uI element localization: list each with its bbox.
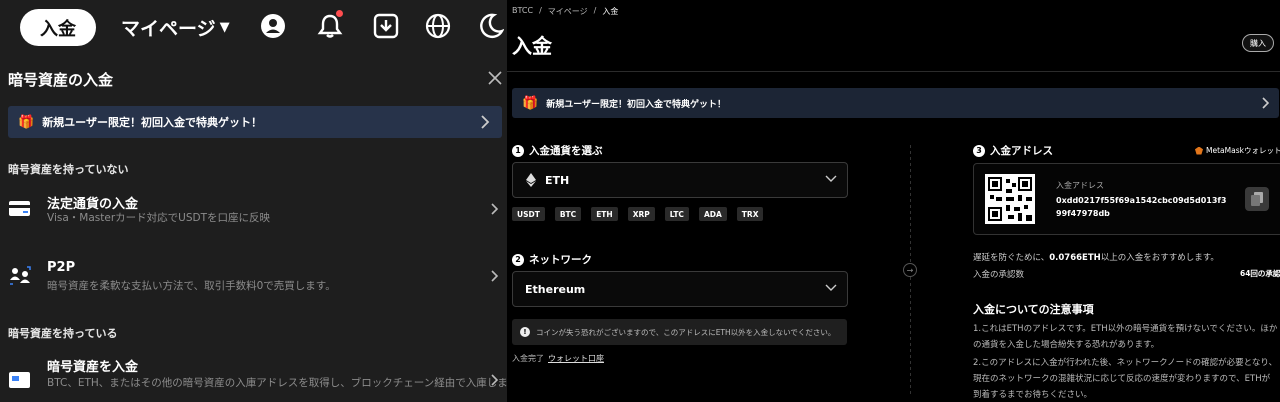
recommended-amount: 0.0766ETH: [1049, 253, 1101, 263]
metamask-label: MetaMaskウォレット: [1206, 146, 1280, 155]
coin-chip-eth[interactable]: ETH: [591, 207, 618, 221]
option-desc: BTC、ETH、またはその他の暗号資産の入庫アドレスを取得し、ブロックチェーン経…: [47, 377, 507, 389]
address-label: 入金アドレス: [1056, 181, 1104, 190]
coin-quick-select: USDT BTC ETH XRP LTC ADA TRX: [512, 207, 764, 221]
gift-icon: 🎁: [18, 114, 35, 130]
step-number: 3: [973, 144, 985, 157]
user-avatar-icon[interactable]: [259, 12, 287, 40]
coin-chip-usdt[interactable]: USDT: [512, 207, 545, 221]
option-p2p[interactable]: P2P 暗号資産を柔軟な支払い方法で、取引手数料0で売買します。: [0, 253, 507, 309]
option-desc: Visa・Masterカード対応でUSDTを口座に反映: [47, 212, 270, 224]
deposit-nav-button[interactable]: 入金: [20, 9, 96, 46]
wallet-account-link[interactable]: ウォレット口座: [548, 353, 604, 364]
step-number: 2: [512, 253, 524, 266]
page-title: 入金: [512, 34, 552, 58]
deposit-complete-row: 入金完了 ウォレット口座: [512, 353, 604, 364]
copy-address-button[interactable]: [1245, 187, 1269, 211]
option-crypto-deposit[interactable]: 暗号資産を入金 BTC、ETH、またはその他の暗号資産の入庫アドレスを取得し、ブ…: [0, 350, 507, 402]
mypage-menu[interactable]: マイページ ▼: [121, 14, 230, 41]
currency-select[interactable]: ETH: [512, 162, 848, 198]
currency-value: ETH: [545, 173, 570, 187]
chevron-right-icon: [491, 203, 499, 215]
deposit-address-card: 入金アドレス 0xdd0217f55f69a1542cbc09d5d013f39…: [973, 163, 1280, 235]
copy-icon: [1251, 192, 1263, 206]
note-suffix: 以上の入金をおすすめします。: [1100, 253, 1219, 263]
coin-chip-ltc[interactable]: LTC: [664, 207, 689, 221]
promo-banner[interactable]: 🎁 新規ユーザー限定！初回入金で特典ゲット！: [512, 88, 1279, 118]
note-item: 1.これはETHのアドレスです。ETH以外の暗号通貨を預けないでください。ほかの…: [973, 324, 1278, 350]
step-currency: 1 入金通貨を選ぶ: [512, 143, 603, 158]
step-address: 3 入金アドレス: [973, 143, 1053, 158]
breadcrumb-item[interactable]: BTCC: [512, 6, 533, 17]
step-label: 入金アドレス: [990, 145, 1053, 157]
confirmations-label: 入金の承認数: [973, 270, 1025, 280]
coin-chip-xrp[interactable]: XRP: [627, 207, 655, 221]
top-nav: 入金 マイページ ▼: [0, 0, 507, 56]
network-value: Ethereum: [525, 282, 586, 296]
caret-down-icon: ▼: [219, 20, 230, 35]
qr-code-icon: [988, 177, 1032, 221]
step-label: 入金通貨を選ぶ: [529, 145, 603, 157]
deposit-drawer: 入金 マイページ ▼ 暗号資産の入金 🎁 新規ユーザー限定！初回入金で特典ゲット…: [0, 0, 507, 402]
breadcrumb-separator: /: [593, 6, 597, 15]
metamask-wallet-link[interactable]: MetaMaskウォレット: [1195, 145, 1280, 156]
step-network: 2 ネットワーク: [512, 252, 592, 267]
promo-text: 新規ユーザー限定！初回入金で特典ゲット！: [546, 99, 727, 110]
deposit-page: BTCC / マイページ / 入金 入金 購入 🎁 新規ユーザー限定！初回入金で…: [507, 0, 1280, 402]
done-label: 入金完了: [512, 354, 544, 363]
breadcrumb-separator: /: [539, 6, 542, 15]
eth-icon: [526, 173, 536, 187]
note-item: 2.このアドレスに入金が行われた後、ネットワークノードの確認が必要となり、現在の…: [973, 358, 1278, 400]
p2p-users-icon: [10, 266, 31, 285]
chevron-down-icon: [825, 284, 837, 291]
breadcrumb-item[interactable]: マイページ: [548, 6, 588, 17]
step-label: ネットワーク: [529, 254, 592, 266]
breadcrumb: BTCC / マイページ / 入金: [512, 6, 618, 17]
coin-chip-btc[interactable]: BTC: [554, 207, 582, 221]
network-warning: ! コインが失う恐れがございますので、このアドレスにETH以外を入金しないでくだ…: [512, 319, 847, 345]
globe-icon[interactable]: [424, 12, 452, 40]
step-number: 1: [512, 144, 524, 157]
wallet-icon: [9, 372, 30, 388]
card-icon: [9, 201, 30, 216]
section-label-no-crypto: 暗号資産を持っていない: [8, 163, 129, 176]
info-icon: !: [520, 327, 530, 337]
notification-dot: [336, 10, 343, 17]
chevron-down-icon: [825, 175, 837, 182]
option-desc: 暗号資産を柔軟な支払い方法で、取引手数料0で売買します。: [47, 280, 336, 292]
divider: [507, 71, 1280, 72]
network-select[interactable]: Ethereum: [512, 271, 848, 307]
coin-chip-ada[interactable]: ADA: [698, 207, 727, 221]
chevron-right-icon: [481, 115, 490, 129]
gift-icon: 🎁: [522, 95, 539, 111]
option-fiat-deposit[interactable]: 法定通貨の入金 Visa・Masterカード対応でUSDTを口座に反映: [0, 186, 507, 242]
note-prefix: 遅延を防ぐために、: [973, 253, 1050, 263]
breadcrumb-current: 入金: [602, 7, 619, 16]
qr-code: [985, 174, 1035, 224]
promo-banner[interactable]: 🎁 新規ユーザー限定！初回入金で特典ゲット！: [8, 106, 502, 138]
coin-chip-trx[interactable]: TRX: [736, 207, 764, 221]
buy-button[interactable]: 購入: [1242, 34, 1274, 52]
warning-text: コインが失う恐れがございますので、このアドレスにETH以外を入金しないでください…: [536, 327, 836, 337]
chevron-right-icon: [1262, 97, 1269, 109]
mypage-label: マイページ: [121, 18, 216, 40]
chevron-right-icon: [491, 270, 499, 282]
address-value[interactable]: 0xdd0217f55f69a1542cbc09d5d013f399f47978…: [1056, 194, 1231, 220]
metamask-fox-icon: [1195, 146, 1203, 155]
minimum-deposit-note: 遅延を防ぐために、0.0766ETH以上の入金をおすすめします。: [973, 251, 1219, 263]
promo-text: 新規ユーザー限定！初回入金で特典ゲット！: [42, 116, 262, 129]
drawer-title: 暗号資産の入金: [8, 71, 114, 89]
confirmations-value: 64回の承認: [1240, 269, 1280, 278]
download-icon[interactable]: [372, 12, 400, 40]
arrow-right-icon: →: [903, 263, 917, 277]
dark-mode-moon-icon[interactable]: [476, 12, 504, 40]
option-title: 暗号資産を入金: [47, 360, 139, 375]
chevron-right-icon: [491, 374, 499, 386]
section-label-have-crypto: 暗号資産を持っている: [8, 327, 118, 340]
notification-bell[interactable]: [316, 10, 344, 40]
close-icon[interactable]: [487, 70, 503, 86]
option-title: P2P: [47, 260, 76, 275]
notes-title: 入金についての注意事項: [973, 303, 1094, 316]
